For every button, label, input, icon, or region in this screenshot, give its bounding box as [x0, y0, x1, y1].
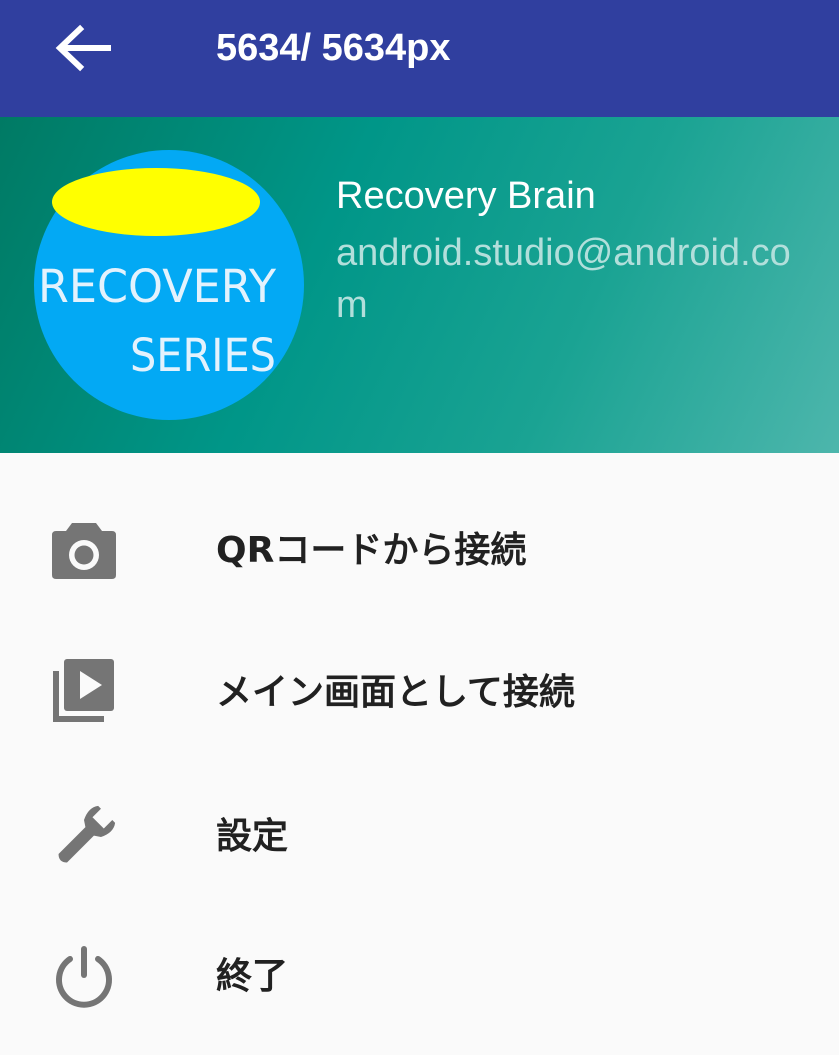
menu-item-exit[interactable]: 終了: [0, 911, 839, 1055]
arrow-back-icon: [55, 24, 111, 72]
menu-label: メイン画面として接続: [216, 672, 575, 713]
logo-line1: RECOVERY: [38, 260, 277, 313]
recovery-series-logo: RECOVERY SERIES: [34, 150, 304, 420]
menu-label: QRコードから接続: [216, 530, 527, 571]
app-title: 5634/ 5634px: [216, 27, 451, 69]
app-bar: 5634/ 5634px: [0, 0, 839, 117]
menu-label: 終了: [216, 956, 289, 997]
power-icon: [56, 946, 112, 1008]
user-email: android.studio@android.com: [336, 232, 791, 326]
menu-item-qr-connect[interactable]: QRコードから接続: [0, 479, 839, 623]
logo-line2: SERIES: [130, 329, 276, 382]
video-library-icon: [53, 659, 114, 722]
camera-icon: [52, 523, 116, 579]
user-name: Recovery Brain: [336, 175, 596, 217]
menu-item-settings[interactable]: 設定: [0, 767, 839, 911]
wrench-icon: [58, 805, 116, 863]
back-button[interactable]: [50, 20, 114, 76]
menu-item-main-screen-connect[interactable]: メイン画面として接続: [0, 623, 839, 767]
menu-label: 設定: [216, 816, 289, 857]
drawer-header: RECOVERY SERIES Recovery Brain android.s…: [0, 117, 839, 453]
